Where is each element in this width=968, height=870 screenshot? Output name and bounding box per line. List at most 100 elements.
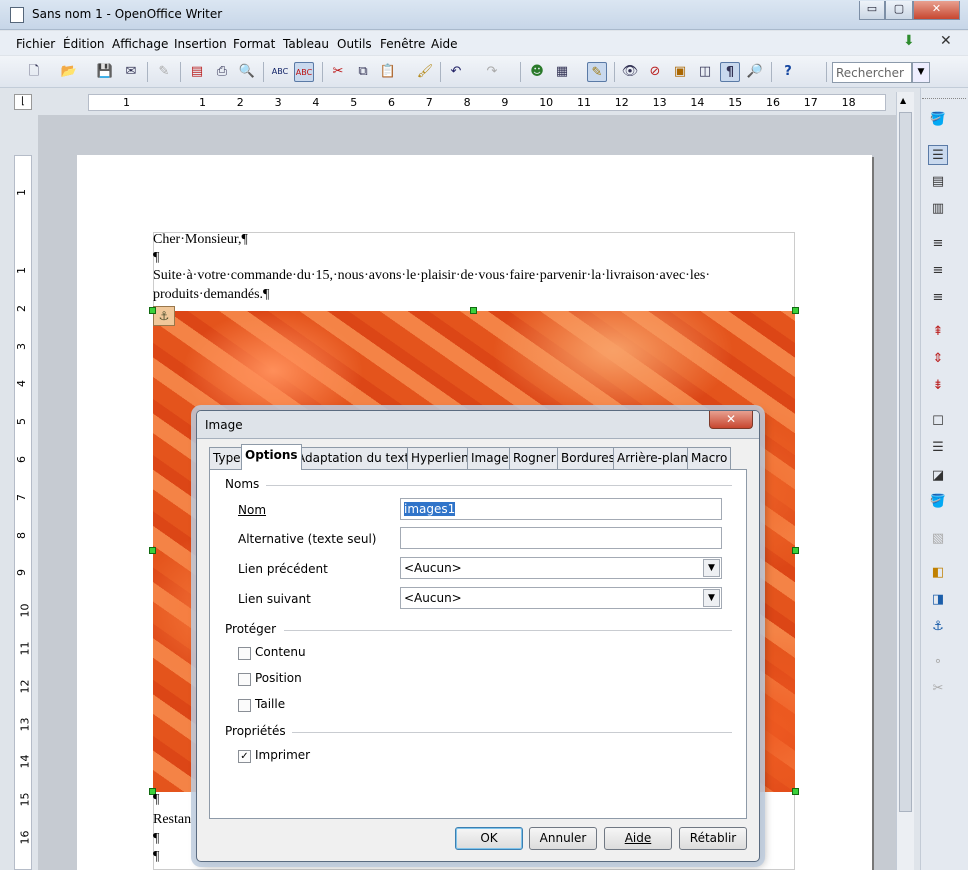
spellcheck-icon[interactable]: ABC — [270, 62, 290, 82]
align-bottom-icon[interactable]: ⇟ — [928, 376, 948, 396]
tab-hyperlien[interactable]: Hyperlien — [407, 447, 473, 469]
tab-type[interactable]: Type — [209, 447, 245, 469]
menu-format[interactable]: Format — [233, 37, 275, 51]
image-handle[interactable] — [470, 307, 477, 314]
link-frames-icon[interactable]: ∘ — [928, 652, 948, 672]
email-icon[interactable]: ✉ — [121, 62, 141, 82]
download-update-icon[interactable]: ⬇ — [903, 34, 919, 48]
cancel-button[interactable]: Annuler — [529, 827, 597, 850]
new-document-icon[interactable]: 🗋 — [24, 62, 44, 82]
menu-affichage[interactable]: Affichage — [112, 37, 168, 51]
next-link-select[interactable]: <Aucun> — [400, 587, 722, 609]
prev-link-select[interactable]: <Aucun> — [400, 557, 722, 579]
scroll-thumb[interactable] — [899, 112, 912, 812]
menu-outils[interactable]: Outils — [337, 37, 372, 51]
reset-button[interactable]: Rétablir — [679, 827, 747, 850]
taille-checkbox[interactable] — [238, 699, 251, 712]
alt-text-field[interactable] — [400, 527, 722, 549]
horizontal-ruler[interactable]: 1 1 2 3 4 5 6 7 8 9 10 11 12 13 14 15 16 17 18 — [88, 94, 886, 111]
align-top-icon[interactable]: ⇞ — [928, 322, 948, 342]
redo-icon[interactable]: ↷ — [482, 62, 502, 82]
tab-rogner[interactable]: Rogner — [509, 447, 560, 469]
align-middle-icon[interactable]: ⇕ — [928, 349, 948, 369]
tab-macro[interactable]: Macro — [687, 447, 732, 469]
menu-fenetre[interactable]: Fenêtre — [380, 37, 425, 51]
send-to-back-icon[interactable]: ◨ — [928, 590, 948, 610]
image-handle[interactable] — [792, 307, 799, 314]
name-field[interactable]: images1 — [400, 498, 722, 520]
chevron-down-icon[interactable]: ▼ — [703, 559, 720, 577]
gallery-icon[interactable]: ▣ — [670, 62, 690, 82]
auto-spellcheck-icon[interactable]: ABC — [294, 62, 314, 82]
maximize-button[interactable]: ▢ — [885, 1, 913, 20]
image-handle[interactable] — [792, 788, 799, 795]
tab-bordures[interactable]: Bordures — [557, 447, 619, 469]
hyperlink-icon[interactable]: ☻ — [527, 62, 547, 82]
save-icon[interactable]: 💾 — [95, 62, 115, 82]
export-pdf-icon[interactable]: ▤ — [187, 62, 207, 82]
border-color-icon[interactable]: ◪ — [928, 466, 948, 486]
tab-adaptation-texte[interactable]: Adaptation du texte — [293, 447, 421, 469]
tab-arriere-plan[interactable]: Arrière-plan — [613, 447, 692, 469]
scroll-up-icon[interactable]: ▲ — [900, 96, 906, 105]
menu-edition[interactable]: Édition — [63, 37, 105, 51]
style-fill-icon[interactable]: 🪣 — [928, 110, 948, 130]
formatting-marks-icon[interactable]: ¶ — [720, 62, 740, 82]
background-color-icon[interactable]: 🪣 — [928, 492, 948, 512]
menu-insertion[interactable]: Insertion — [174, 37, 227, 51]
menu-fichier[interactable]: Fichier — [16, 37, 55, 51]
position-checkbox[interactable] — [238, 673, 251, 686]
format-paintbrush-icon[interactable]: 🖌 — [415, 62, 435, 82]
close-window-button[interactable]: ✕ — [913, 1, 960, 20]
wrap-through-icon[interactable]: ▥ — [928, 199, 948, 219]
edit-file-icon[interactable]: ✎ — [154, 62, 174, 82]
border-icon[interactable]: ☐ — [928, 412, 948, 432]
data-sources-icon[interactable]: ◫ — [695, 62, 715, 82]
dialog-close-button[interactable]: ✕ — [709, 411, 753, 429]
line-style-icon[interactable]: ☰ — [928, 438, 948, 458]
paste-icon[interactable]: 📋 — [378, 62, 398, 82]
imprimer-checkbox[interactable]: ✓ — [238, 750, 251, 763]
image-handle[interactable] — [149, 307, 156, 314]
vertical-scrollbar[interactable]: ▲ — [896, 92, 914, 870]
contenu-checkbox[interactable] — [238, 647, 251, 660]
tab-image[interactable]: Image — [467, 447, 513, 469]
ok-button[interactable]: OK — [455, 827, 523, 850]
find-replace-icon[interactable]: 👁 — [620, 62, 640, 82]
align-left-icon[interactable]: ≡ — [928, 234, 948, 254]
help-button[interactable]: Aide — [604, 827, 672, 850]
tab-stop-selector[interactable]: ⌊ — [14, 94, 32, 110]
print-icon[interactable]: ⎙ — [212, 62, 232, 82]
search-dropdown-icon[interactable]: ▼ — [912, 62, 930, 83]
cut-icon[interactable]: ✂ — [328, 62, 348, 82]
tab-options[interactable]: Options — [241, 444, 302, 470]
navigator-icon[interactable]: ⊘ — [645, 62, 665, 82]
search-input[interactable]: Rechercher — [832, 62, 912, 83]
draw-functions-icon[interactable]: ✎ — [587, 62, 607, 82]
print-preview-icon[interactable]: 🔍 — [237, 62, 257, 82]
menu-aide[interactable]: Aide — [431, 37, 458, 51]
help-icon[interactable]: ? — [778, 62, 798, 82]
menu-tableau[interactable]: Tableau — [283, 37, 329, 51]
anchor-change-icon[interactable]: ⚓ — [928, 617, 948, 637]
wrap-page-icon[interactable]: ▤ — [928, 172, 948, 192]
vertical-ruler[interactable]: 1 1 2 3 4 5 6 7 8 9 10 11 12 13 14 15 16 — [14, 155, 32, 870]
align-center-icon[interactable]: ≡ — [928, 261, 948, 281]
frame-properties-icon[interactable]: ▧ — [928, 529, 948, 549]
image-handle[interactable] — [792, 547, 799, 554]
undo-icon[interactable]: ↶ — [446, 62, 466, 82]
open-folder-icon[interactable]: 📂 — [59, 62, 79, 82]
minimize-button[interactable]: ▭ — [859, 1, 885, 20]
wrap-off-icon[interactable]: ☰ — [928, 145, 948, 165]
title-bar: Sans nom 1 - OpenOffice Writer ▭ ▢ ✕ — [0, 0, 968, 30]
table-icon[interactable]: ▦ — [552, 62, 572, 82]
zoom-icon[interactable]: 🔎 — [745, 62, 765, 82]
close-document-icon[interactable]: ✕ — [940, 33, 952, 49]
image-handle[interactable] — [149, 547, 156, 554]
align-right-icon[interactable]: ≡ — [928, 288, 948, 308]
unlink-frames-icon[interactable]: ✂ — [928, 679, 948, 699]
bring-to-front-icon[interactable]: ◧ — [928, 563, 948, 583]
copy-icon[interactable]: ⧉ — [353, 62, 373, 82]
ruler-tick-label: 3 — [274, 96, 282, 109]
chevron-down-icon[interactable]: ▼ — [703, 589, 720, 607]
